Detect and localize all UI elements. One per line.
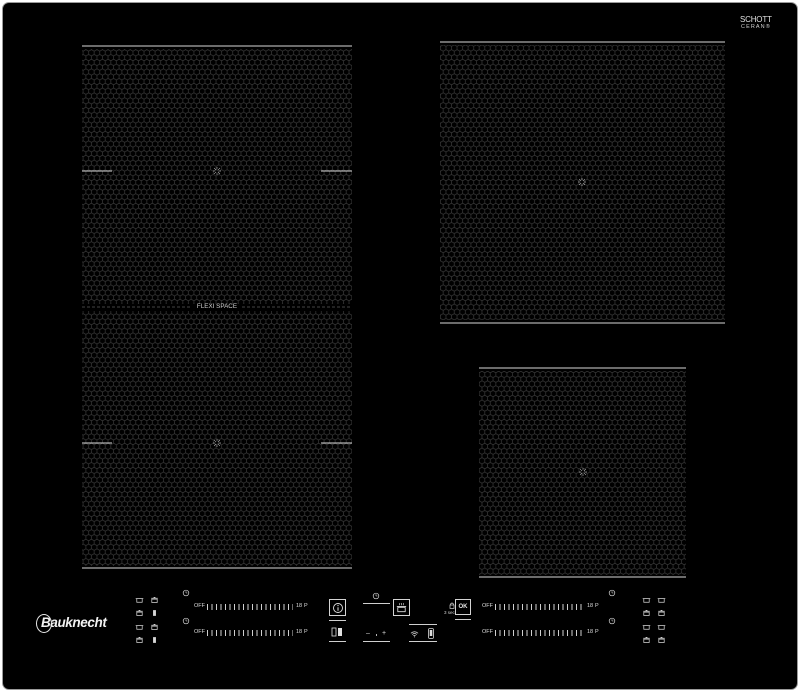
slider-boost-label: P xyxy=(304,603,308,610)
timer-plus-button[interactable]: + xyxy=(382,630,386,637)
clock-icon[interactable] xyxy=(182,589,190,597)
cooking-zone-rear-right xyxy=(440,45,725,320)
pan-icon[interactable] xyxy=(135,623,144,631)
pot-icon[interactable] xyxy=(642,636,651,644)
slider-boost-label: P xyxy=(595,603,599,610)
power-slider-front-right[interactable]: OFF 18 P xyxy=(482,629,599,637)
pan-icon[interactable] xyxy=(657,596,666,604)
clock-icon[interactable] xyxy=(608,589,616,597)
divider-line xyxy=(363,603,390,604)
pot-icon[interactable] xyxy=(135,636,144,644)
cooktop-page: SCHOTT CERAN® FLEXI SPACE Bauknecht OFF … xyxy=(0,0,800,692)
slider-off-label: OFF xyxy=(194,629,205,636)
timer-minus-button[interactable]: – xyxy=(366,630,370,637)
flexi-zone-front xyxy=(82,49,352,304)
divider-line xyxy=(409,641,437,642)
slider-max-label: 18 xyxy=(587,603,594,610)
pan-icon[interactable] xyxy=(642,623,651,631)
power-slider-front-left[interactable]: OFF 18 P xyxy=(194,603,308,611)
phone-icon[interactable] xyxy=(428,628,434,639)
pot-icon[interactable] xyxy=(150,623,159,631)
pot-icon[interactable] xyxy=(657,636,666,644)
pan-icon[interactable] xyxy=(642,596,651,604)
slider-track[interactable] xyxy=(207,604,293,610)
info-button[interactable] xyxy=(329,599,346,616)
brand-logo: Bauknecht xyxy=(41,615,107,630)
slider-track[interactable] xyxy=(495,630,584,636)
pot-icon[interactable] xyxy=(642,609,651,617)
glass-icon[interactable] xyxy=(150,609,159,617)
slider-off-label: OFF xyxy=(482,629,493,636)
glass-icon[interactable] xyxy=(150,636,159,644)
flexi-space-label: FLEXI SPACE xyxy=(196,303,238,310)
timer-separator-dot xyxy=(375,634,378,636)
slider-off-label: OFF xyxy=(482,603,493,610)
flexi-zone-rear xyxy=(82,311,352,566)
slider-track[interactable] xyxy=(495,604,584,610)
power-slider-rear-right[interactable]: OFF 18 P xyxy=(482,603,599,611)
bridge-icon[interactable] xyxy=(331,627,343,637)
cooking-zone-front-right xyxy=(479,371,686,575)
clock-icon[interactable] xyxy=(608,617,616,625)
pan-icon[interactable] xyxy=(135,596,144,604)
pot-icon[interactable] xyxy=(150,596,159,604)
lock-hold-label: 3 sec xyxy=(444,610,455,615)
slider-max-label: 18 xyxy=(587,629,594,636)
ceran-logo-text: CERAN® xyxy=(741,24,771,30)
ok-lock-button[interactable]: OK xyxy=(455,599,471,615)
slider-off-label: OFF xyxy=(194,603,205,610)
slider-boost-label: P xyxy=(595,629,599,636)
divider-line xyxy=(409,624,437,625)
pot-steam-icon xyxy=(395,601,408,614)
slider-boost-label: P xyxy=(304,629,308,636)
schott-logo-text: SCHOTT xyxy=(740,15,772,24)
divider-line xyxy=(363,641,390,642)
clock-icon[interactable] xyxy=(182,617,190,625)
divider-line xyxy=(329,641,346,642)
pot-icon[interactable] xyxy=(657,609,666,617)
pan-icon[interactable] xyxy=(657,623,666,631)
info-icon xyxy=(332,602,344,614)
clock-icon[interactable] xyxy=(372,592,380,600)
slider-track[interactable] xyxy=(207,630,293,636)
wifi-icon[interactable] xyxy=(410,630,419,638)
cooking-assist-button[interactable] xyxy=(393,599,410,616)
slider-max-label: 18 xyxy=(296,603,303,610)
slider-max-label: 18 xyxy=(296,629,303,636)
ok-label: OK xyxy=(458,604,468,610)
power-slider-rear-left[interactable]: OFF 18 P xyxy=(194,629,308,637)
divider-line xyxy=(455,619,471,620)
pot-icon[interactable] xyxy=(135,609,144,617)
cooking-zones-layer xyxy=(82,41,725,578)
divider-line xyxy=(329,620,346,621)
